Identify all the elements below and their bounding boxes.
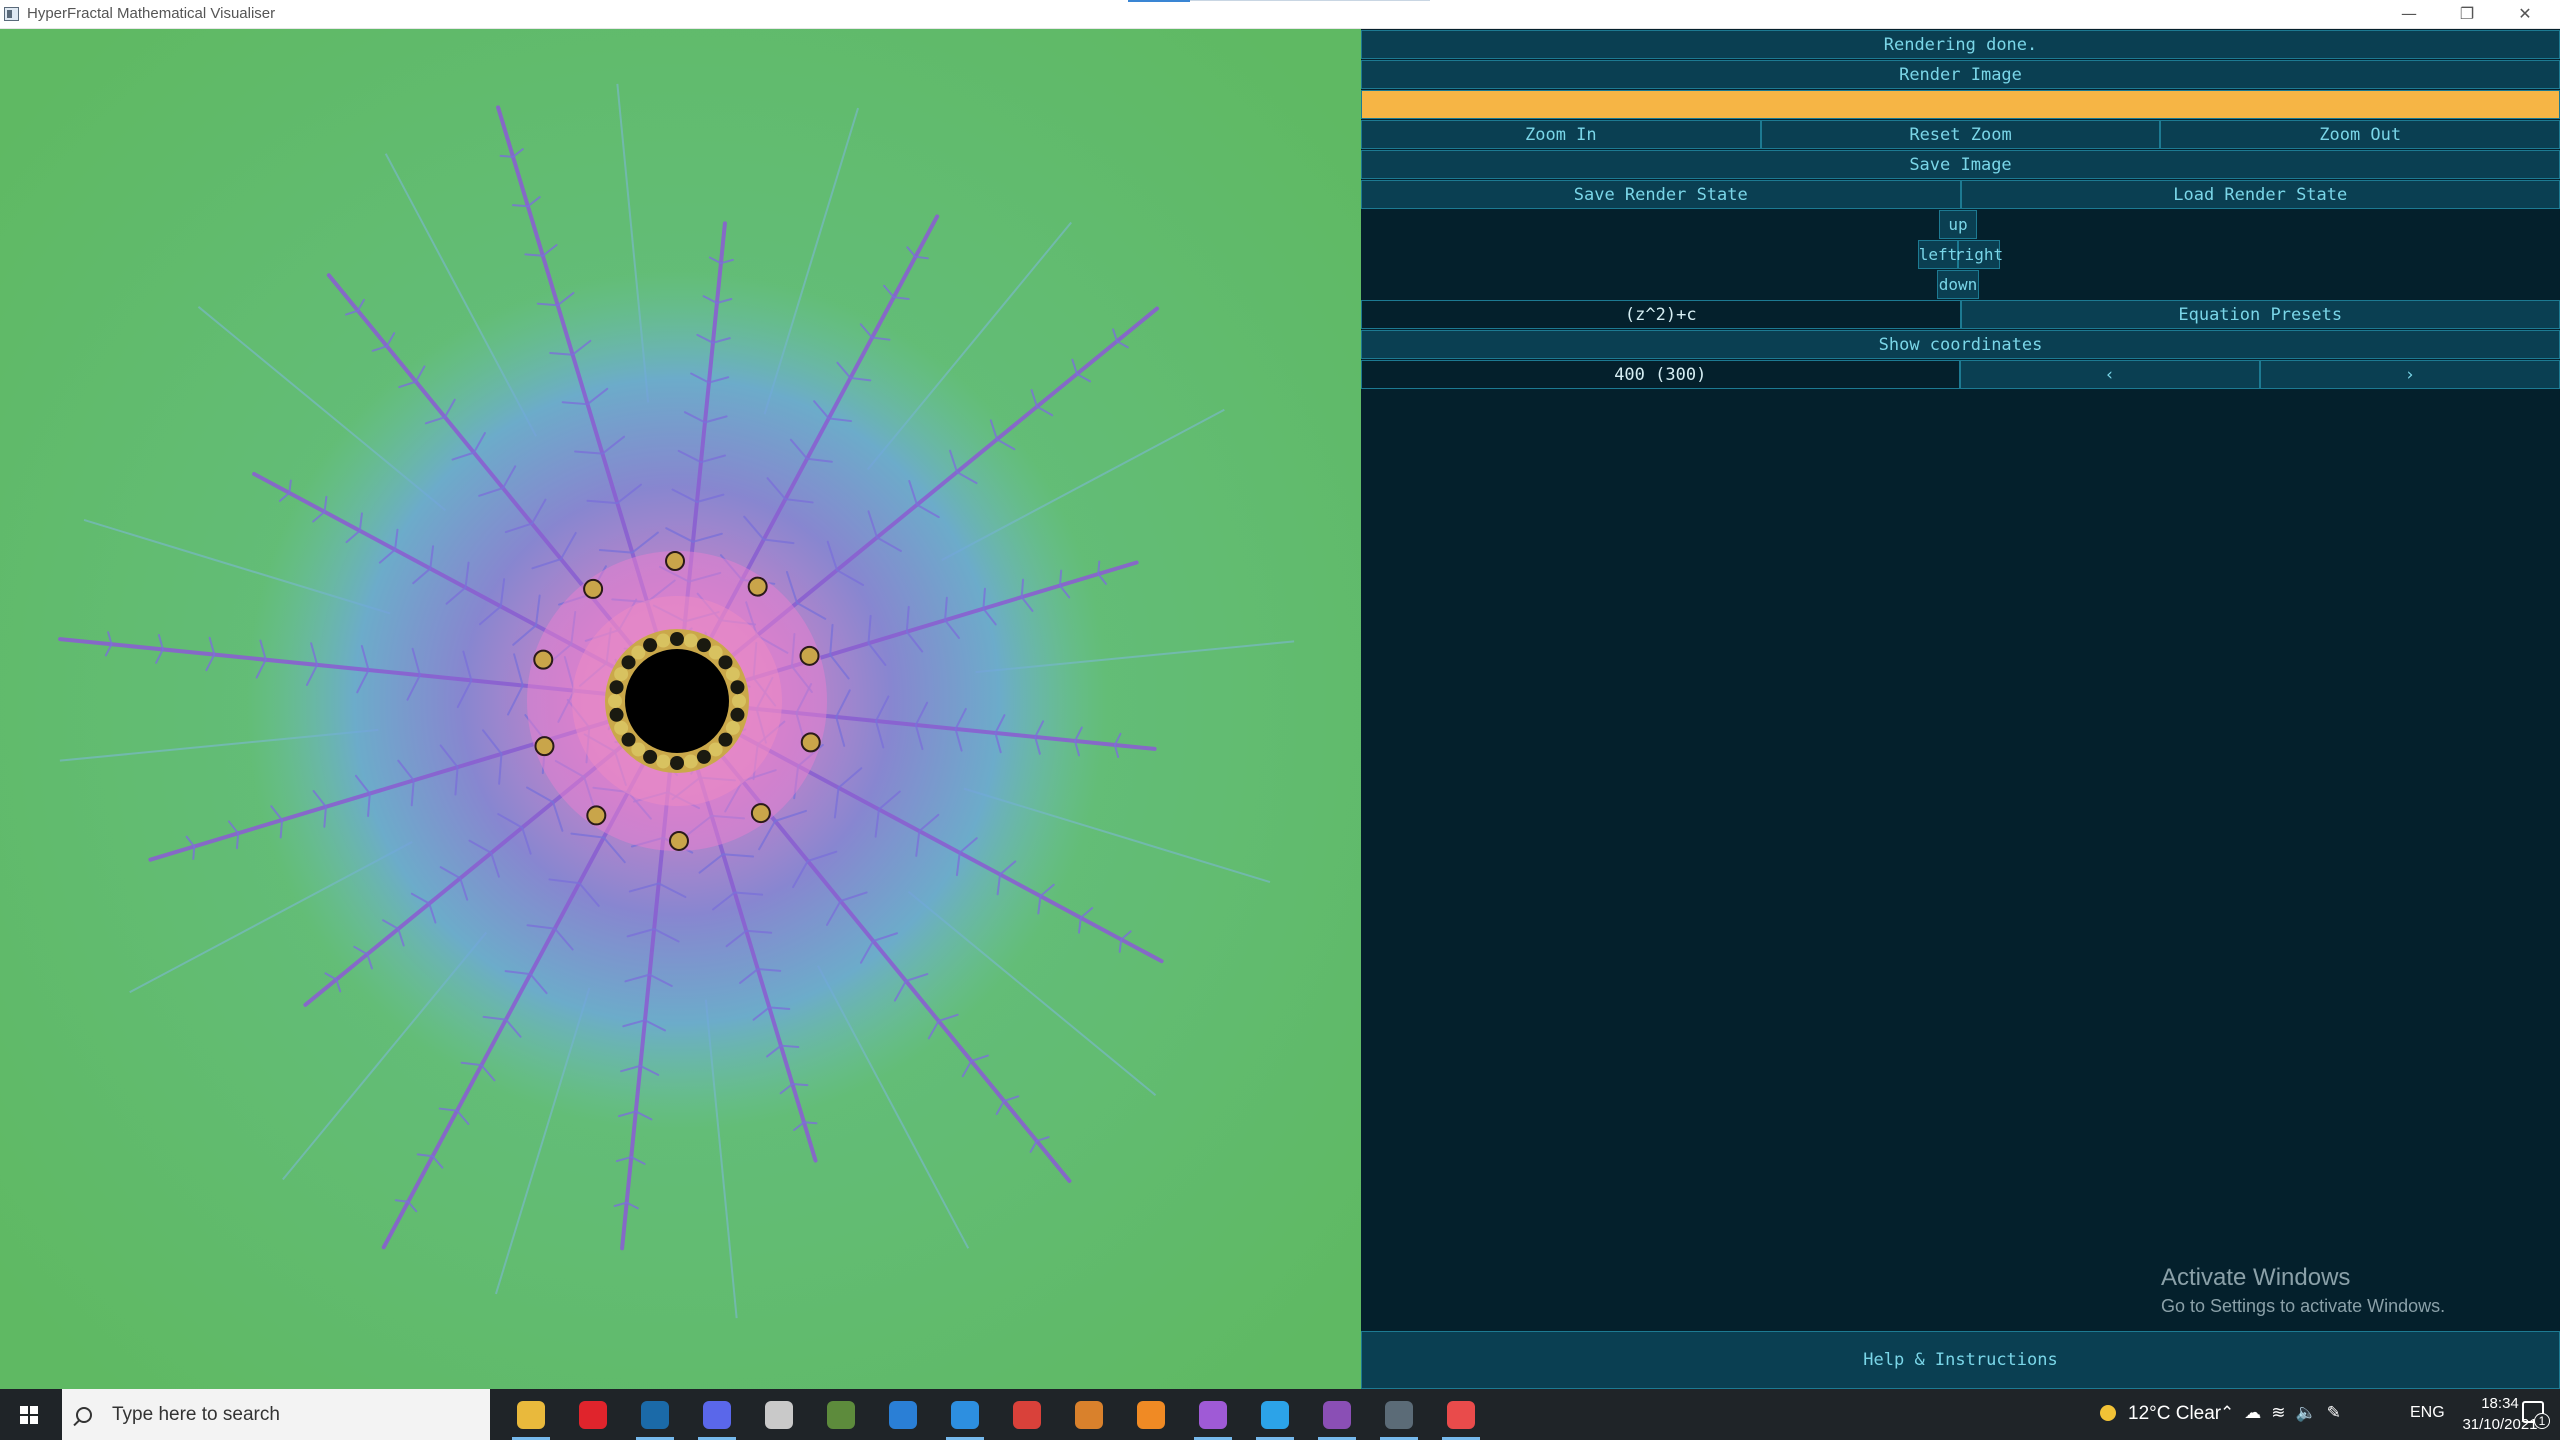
taskbar-app[interactable] bbox=[686, 1389, 748, 1440]
github-desktop-icon bbox=[1323, 1400, 1351, 1429]
search-icon bbox=[76, 1406, 92, 1423]
control-panel: Rendering done. Render Image Zoom In Res… bbox=[1361, 29, 2560, 1389]
taskbar-app[interactable] bbox=[500, 1389, 562, 1440]
language-indicator[interactable]: ENG bbox=[2410, 1404, 2445, 1422]
taskbar-app[interactable] bbox=[748, 1389, 810, 1440]
moon-icon bbox=[2100, 1405, 2116, 1421]
help-instructions-button[interactable]: Help & Instructions bbox=[1361, 1331, 2560, 1389]
taskbar-app[interactable] bbox=[562, 1389, 624, 1440]
iterations-row: 400 (300) ‹ › bbox=[1361, 360, 2560, 389]
taskbar-search-box[interactable]: Type here to search bbox=[62, 1389, 490, 1440]
status-label: Rendering done. bbox=[1361, 30, 2560, 59]
app-icon bbox=[4, 7, 19, 21]
start-button[interactable] bbox=[0, 1389, 58, 1440]
fractal-image bbox=[0, 29, 1361, 1389]
equation-presets-button[interactable]: Equation Presets bbox=[1960, 300, 2560, 329]
title-accent-line-secondary bbox=[1190, 0, 1430, 1]
render-image-button[interactable]: Render Image bbox=[1361, 60, 2560, 89]
maximize-button[interactable]: ❐ bbox=[2438, 0, 2496, 29]
iterations-increase-button[interactable]: › bbox=[2259, 360, 2560, 389]
taskbar-app[interactable] bbox=[1306, 1389, 1368, 1440]
opera-icon bbox=[579, 1400, 607, 1429]
vscode-icon bbox=[951, 1400, 979, 1429]
window-title: HyperFractal Mathematical Visualiser bbox=[27, 5, 276, 22]
save-image-button[interactable]: Save Image bbox=[1361, 150, 2560, 179]
minecraft-icon bbox=[827, 1400, 855, 1429]
zoom-row: Zoom In Reset Zoom Zoom Out bbox=[1361, 120, 2560, 149]
help-row: Help & Instructions bbox=[1361, 1331, 2560, 1389]
windows-logo-icon bbox=[20, 1405, 38, 1424]
status-row: Rendering done. bbox=[1361, 30, 2560, 59]
watermark-subtitle: Go to Settings to activate Windows. bbox=[2161, 1296, 2446, 1316]
taskbar-app[interactable] bbox=[1368, 1389, 1430, 1440]
pan-left-button[interactable]: left bbox=[1918, 240, 1958, 269]
save-render-state-button[interactable]: Save Render State bbox=[1361, 180, 1961, 209]
steam-icon bbox=[641, 1400, 669, 1429]
activate-windows-watermark: Activate Windows Go to Settings to activ… bbox=[2161, 1264, 2445, 1317]
taskbar-app[interactable] bbox=[1182, 1389, 1244, 1440]
notification-center-icon[interactable]: 1 bbox=[2522, 1401, 2550, 1429]
settings-gear-icon bbox=[1075, 1400, 1103, 1429]
title-bar: HyperFractal Mathematical Visualiser — ❐… bbox=[0, 0, 2560, 29]
taskbar-app[interactable] bbox=[1058, 1389, 1120, 1440]
title-accent-line bbox=[1128, 0, 1190, 2]
todoist-icon bbox=[1013, 1400, 1041, 1429]
zoom-in-button[interactable]: Zoom In bbox=[1361, 120, 1761, 149]
progress-fill bbox=[1362, 91, 2559, 118]
pan-up-button[interactable]: up bbox=[1939, 210, 1977, 239]
pinned-apps bbox=[500, 1389, 1492, 1440]
render-row: Render Image bbox=[1361, 60, 2560, 89]
discord-icon bbox=[703, 1400, 731, 1429]
notification-count: 1 bbox=[2534, 1413, 2550, 1429]
taskbar-app[interactable] bbox=[872, 1389, 934, 1440]
pan-right-button[interactable]: right bbox=[1955, 240, 2003, 269]
minimize-button[interactable]: — bbox=[2380, 0, 2438, 29]
file-explorer-icon bbox=[517, 1400, 545, 1429]
taskbar-app[interactable] bbox=[1244, 1389, 1306, 1440]
render-state-row: Save Render State Load Render State bbox=[1361, 180, 2560, 209]
iterations-decrease-button[interactable]: ‹ bbox=[1959, 360, 2260, 389]
blender-icon bbox=[1137, 1400, 1165, 1429]
taskbar-app[interactable] bbox=[624, 1389, 686, 1440]
taskbar-app[interactable] bbox=[1120, 1389, 1182, 1440]
taskbar: Type here to search 12°C Clear ⌃☁≋🔈✎ ENG… bbox=[0, 1389, 2560, 1440]
photos-icon bbox=[765, 1400, 793, 1429]
pen-tool-icon bbox=[1199, 1400, 1227, 1429]
search-placeholder: Type here to search bbox=[112, 1403, 280, 1425]
pan-down-button[interactable]: down bbox=[1937, 270, 1979, 299]
taskbar-app[interactable] bbox=[1430, 1389, 1492, 1440]
watermark-title: Activate Windows bbox=[2161, 1264, 2351, 1291]
taskbar-app[interactable] bbox=[934, 1389, 996, 1440]
terminal-icon bbox=[1385, 1400, 1413, 1429]
equation-input[interactable]: (z^2)+c bbox=[1361, 300, 1961, 329]
close-button[interactable]: ✕ bbox=[2496, 0, 2554, 29]
coordinates-row: Show coordinates bbox=[1361, 330, 2560, 359]
taskbar-app[interactable] bbox=[810, 1389, 872, 1440]
fractal-canvas[interactable] bbox=[0, 29, 1361, 1389]
equation-row: (z^2)+c Equation Presets bbox=[1361, 300, 2560, 329]
render-progress-bar bbox=[1361, 90, 2560, 119]
iterations-input[interactable]: 400 (300) bbox=[1361, 360, 1960, 389]
weather-widget[interactable]: 12°C Clear bbox=[2100, 1403, 2221, 1425]
reset-zoom-button[interactable]: Reset Zoom bbox=[1760, 120, 2161, 149]
load-render-state-button[interactable]: Load Render State bbox=[1960, 180, 2560, 209]
save-image-row: Save Image bbox=[1361, 150, 2560, 179]
mail-icon bbox=[889, 1400, 917, 1429]
tray-icons[interactable]: ⌃☁≋🔈✎ bbox=[2220, 1403, 2351, 1423]
taskbar-app[interactable] bbox=[996, 1389, 1058, 1440]
show-coordinates-button[interactable]: Show coordinates bbox=[1361, 330, 2560, 359]
chat-app-icon bbox=[1261, 1400, 1289, 1429]
zoom-out-button[interactable]: Zoom Out bbox=[2160, 120, 2560, 149]
hyperfractal-icon bbox=[1447, 1400, 1475, 1429]
weather-text: 12°C Clear bbox=[2128, 1403, 2222, 1424]
